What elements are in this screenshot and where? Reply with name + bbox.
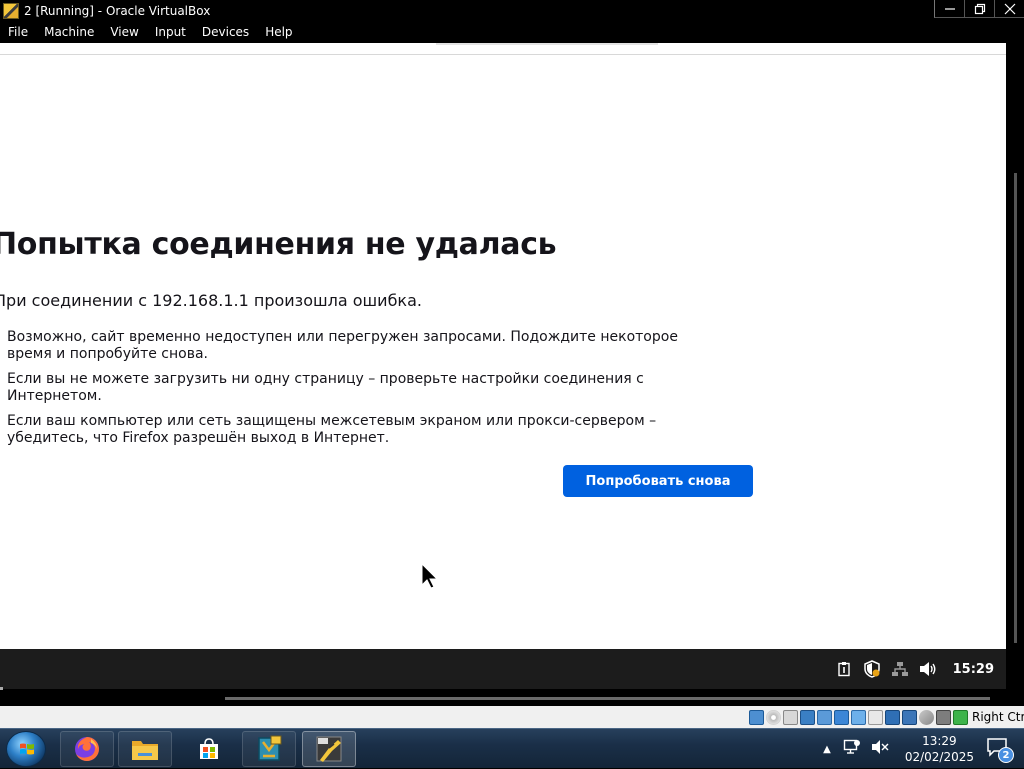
- window-controls: [934, 0, 1024, 21]
- host-key-status-icon[interactable]: [953, 709, 968, 725]
- guest-taskbar-marker: [0, 687, 3, 690]
- firefox-icon: [75, 737, 99, 761]
- taskbar-file-explorer[interactable]: [118, 731, 172, 767]
- error-title: Попытка соединения не удалась: [0, 227, 557, 262]
- host-key-label: Right Ctrl: [972, 710, 1024, 724]
- keyboard-icon[interactable]: [936, 709, 951, 725]
- restore-icon: [974, 3, 985, 14]
- mouse-cursor-icon: [421, 563, 439, 589]
- window-title: 2 [Running] - Oracle VirtualBox: [24, 3, 211, 18]
- notification-center-button[interactable]: 2: [986, 737, 1014, 763]
- virtualbox-status-bar: Right Ctrl: [0, 706, 1024, 728]
- recording-icon[interactable]: [885, 709, 900, 725]
- guest-tray: 15:29: [835, 649, 994, 689]
- usb-icon[interactable]: [834, 709, 849, 725]
- close-button[interactable]: [994, 0, 1024, 18]
- network-icon[interactable]: [817, 709, 832, 725]
- guest-horizontal-scrollbar[interactable]: [225, 697, 990, 700]
- taskbar-virtualbox-vm[interactable]: [302, 731, 356, 767]
- virtualbox-vm-icon: [316, 736, 342, 762]
- menu-file[interactable]: File: [0, 25, 36, 39]
- suggestion-item: Возможно, сайт временно недоступен или п…: [7, 329, 678, 362]
- host-date: 02/02/2025: [904, 750, 974, 764]
- minimize-button[interactable]: [934, 0, 964, 18]
- hard-disk-icon[interactable]: [749, 709, 764, 725]
- browser-viewport[interactable]: Попытка соединения не удалась При соедин…: [0, 43, 1006, 649]
- host-clock[interactable]: 13:29 02/02/2025: [905, 733, 974, 765]
- host-system-tray: ▲ 13:29 02/02/2025 2: [823, 729, 1024, 769]
- menu-bar: File Machine View Input Devices Help: [0, 21, 1024, 43]
- error-description: При соединении с 192.168.1.1 произошла о…: [0, 291, 422, 310]
- mouse-integration-icon[interactable]: [919, 709, 934, 725]
- windows-logo-icon: [20, 743, 34, 755]
- host-time: 13:29: [922, 734, 957, 748]
- window-titlebar: 2 [Running] - Oracle VirtualBox: [0, 0, 1024, 21]
- start-button[interactable]: [6, 731, 46, 767]
- virtualbox-app-icon: [3, 2, 19, 19]
- clipboard-icon[interactable]: [835, 660, 853, 678]
- shared-folders-icon[interactable]: [851, 709, 866, 725]
- suggestion-item: Если ваш компьютер или сеть защищены меж…: [7, 413, 657, 446]
- action-center-flag-icon[interactable]: [843, 739, 861, 759]
- audio-icon[interactable]: [800, 709, 815, 725]
- browser-tab-edge: [436, 43, 658, 45]
- volume-icon[interactable]: [919, 660, 937, 678]
- guest-screen[interactable]: Попытка соединения не удалась При соедин…: [0, 43, 1024, 706]
- file-explorer-icon: [132, 741, 158, 760]
- menu-machine[interactable]: Machine: [36, 25, 102, 39]
- floppy-icon[interactable]: [783, 709, 798, 725]
- taskbar-microsoft-store[interactable]: [182, 731, 236, 767]
- guest-vertical-scrollbar[interactable]: [1014, 173, 1017, 643]
- show-hidden-icons-icon[interactable]: ▲: [823, 744, 831, 755]
- suggestion-item: Если вы не можете загрузить ни одну стра…: [7, 371, 644, 404]
- guest-clock[interactable]: 15:29: [953, 662, 994, 677]
- retry-button[interactable]: Попробовать снова: [563, 465, 753, 497]
- display-icon[interactable]: [868, 709, 883, 725]
- optical-drive-icon[interactable]: [766, 709, 781, 725]
- menu-devices[interactable]: Devices: [194, 25, 257, 39]
- cpu-icon[interactable]: [902, 709, 917, 725]
- notification-count-badge: 2: [998, 747, 1014, 763]
- menu-input[interactable]: Input: [147, 25, 194, 39]
- close-icon: [1004, 3, 1015, 14]
- microsoft-store-icon: [200, 738, 218, 759]
- error-suggestions: Возможно, сайт временно недоступен или п…: [7, 329, 717, 455]
- network-icon[interactable]: [891, 660, 909, 678]
- menu-help[interactable]: Help: [257, 25, 300, 39]
- shield-icon[interactable]: [863, 660, 881, 678]
- virtualbox-manager-icon: [258, 735, 282, 761]
- menu-view[interactable]: View: [102, 25, 146, 39]
- taskbar-virtualbox-manager[interactable]: [242, 731, 296, 767]
- guest-taskbar: 15:29: [0, 649, 1006, 690]
- host-taskbar: ▲ 13:29 02/02/2025 2: [0, 728, 1024, 768]
- restore-button[interactable]: [964, 0, 994, 18]
- minimize-icon: [944, 7, 955, 10]
- volume-muted-icon[interactable]: [871, 739, 889, 759]
- taskbar-firefox[interactable]: [60, 731, 114, 767]
